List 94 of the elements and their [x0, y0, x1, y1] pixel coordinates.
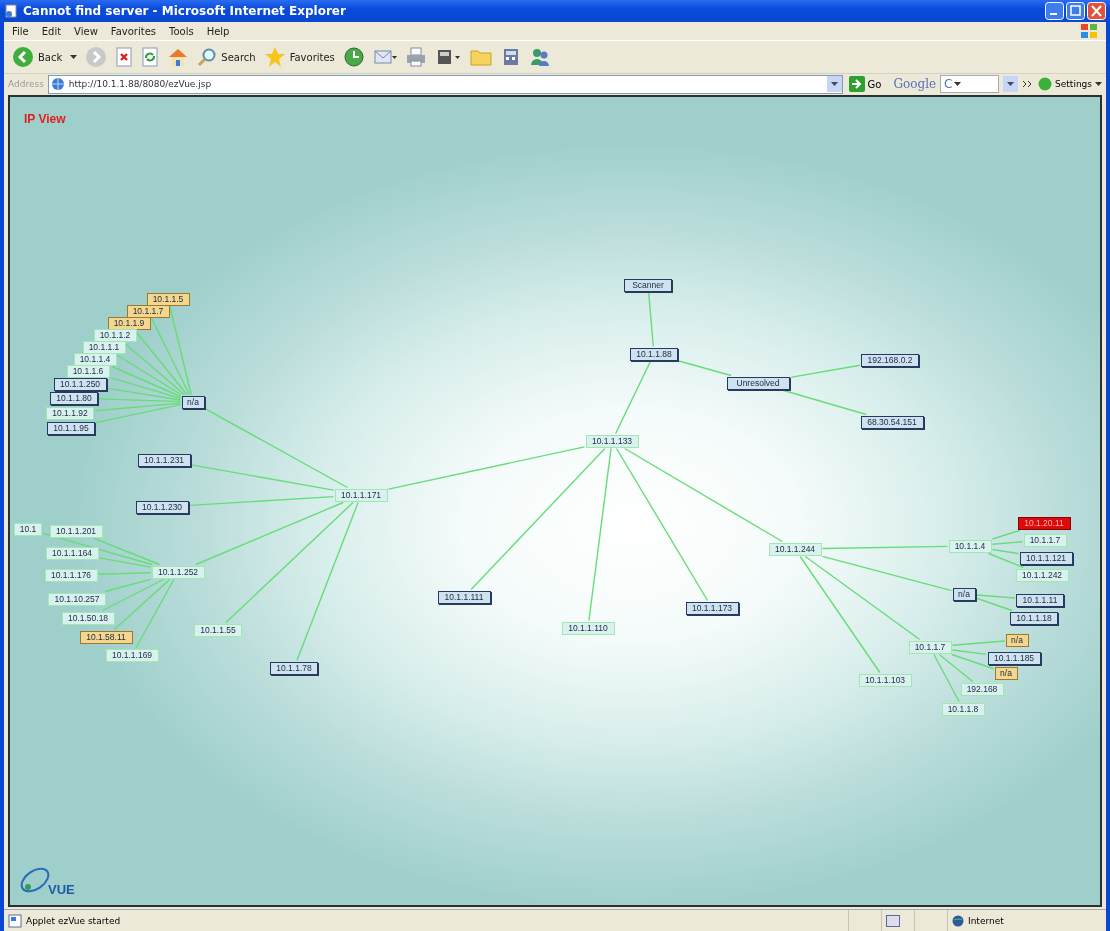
globe-icon [952, 914, 964, 927]
ip-node[interactable]: 10.1.1.18 [1010, 611, 1058, 625]
ip-node[interactable]: 10.1.1.201 [49, 524, 103, 538]
ip-node[interactable]: 10.1.1.173 [685, 601, 739, 615]
ip-node[interactable]: 10.1.1.7 [126, 304, 170, 318]
ip-node[interactable]: 10.1.1.164 [45, 546, 99, 560]
ip-node[interactable]: 10.1.1.4 [948, 539, 992, 553]
ip-node[interactable]: 10.1.1.9 [107, 316, 151, 330]
applet-icon [8, 913, 22, 928]
globe-icon [50, 77, 65, 91]
ip-node[interactable]: 10.1.1.103 [858, 673, 912, 687]
ip-node[interactable]: 10.1.1.5 [146, 292, 190, 306]
ip-node[interactable]: 10.1.1.95 [47, 421, 95, 435]
dropdown-icon[interactable] [826, 76, 842, 92]
address-field[interactable]: http://10.1.1.88/8080/ezVue.jsp [47, 74, 843, 94]
search-button[interactable]: Search [197, 47, 256, 67]
status-text: Applet ezVue started [26, 915, 121, 926]
ip-node[interactable]: 10.1.1.176 [44, 568, 98, 582]
ip-node[interactable]: 192.168 [960, 682, 1004, 696]
close-icon[interactable] [1087, 2, 1106, 20]
menu-item[interactable]: File [12, 25, 29, 37]
ip-node[interactable]: 10.1.1.110 [561, 621, 615, 635]
ip-node[interactable]: 10.1.1.92 [46, 406, 94, 420]
window-title: Cannot find server - Microsoft Internet Explorer [23, 4, 347, 18]
ip-node[interactable]: 10.1.1.11 [1016, 593, 1064, 607]
page-icon [4, 4, 18, 18]
search-text: C [944, 77, 953, 91]
settings-button[interactable]: Settings [1038, 77, 1102, 91]
maximize-icon[interactable] [1066, 2, 1085, 20]
ip-node[interactable]: 10.1.1.121 [1019, 551, 1073, 565]
ip-node[interactable]: 10.1.1.242 [1015, 568, 1069, 582]
search-icon [197, 47, 218, 67]
refresh-icon[interactable] [141, 47, 160, 67]
ip-node[interactable]: 10.1.1.244 [768, 542, 822, 556]
menu-item[interactable]: Help [206, 25, 230, 37]
ip-node[interactable]: 10.1.58.11 [79, 630, 133, 644]
minimize-icon[interactable] [1045, 2, 1064, 20]
menu-item[interactable]: Edit [41, 25, 62, 37]
caret-icon[interactable] [954, 82, 962, 86]
link-line [678, 360, 732, 377]
ip-node[interactable]: 10.1.1.78 [270, 661, 318, 675]
window-icon [886, 914, 900, 927]
search-brand: Google [893, 77, 937, 91]
ip-node[interactable]: 10.1.1.55 [194, 623, 242, 637]
menu-item[interactable]: Favorites [110, 25, 156, 37]
ip-node[interactable]: 10.1.1.169 [105, 648, 159, 662]
ip-node[interactable]: n/a [952, 587, 976, 601]
dropdown-icon[interactable] [1003, 76, 1019, 92]
ip-node[interactable]: 10.1.50.18 [61, 611, 115, 625]
ip-node[interactable]: 10.1.1.111 [437, 590, 491, 604]
ip-node[interactable]: Scanner [624, 278, 672, 292]
ip-node[interactable]: 10.1.1.230 [135, 500, 189, 514]
history-icon[interactable] [342, 46, 365, 68]
ip-node[interactable]: n/a [1005, 633, 1029, 647]
stop-icon[interactable] [115, 47, 134, 67]
ip-node[interactable]: n/a [181, 395, 205, 409]
search-field[interactable]: C [940, 75, 1000, 93]
people-icon[interactable] [528, 47, 551, 67]
ip-node[interactable]: 10.1.1.7 [908, 640, 952, 654]
link-line [789, 364, 861, 379]
settings-icon [1038, 77, 1053, 91]
link-line [951, 640, 1006, 646]
link-line [647, 291, 655, 348]
favorites-button[interactable]: Favorites [263, 46, 335, 68]
ip-node[interactable]: 10.1.1.88 [630, 347, 678, 361]
star-icon [263, 46, 286, 68]
ip-node[interactable]: 10.1.1.2 [93, 328, 137, 342]
back-button[interactable]: Back [12, 46, 63, 68]
menu-item[interactable]: View [74, 25, 98, 37]
flag-icon [1080, 23, 1098, 39]
ip-node[interactable]: 10.1.1.8 [941, 702, 985, 716]
print-icon[interactable] [404, 47, 427, 67]
ip-node[interactable]: 10.1.1.231 [137, 453, 191, 467]
ip-node[interactable]: 10.1.1.252 [151, 565, 205, 579]
zone-text: Internet [968, 915, 1004, 926]
ip-node[interactable]: 10.1.1.185 [987, 651, 1041, 665]
ip-node[interactable]: 10.1.10.257 [48, 592, 106, 606]
ip-node[interactable]: 192.168.0.2 [861, 353, 919, 367]
menu-item[interactable]: Tools [169, 25, 194, 37]
mail-icon[interactable] [372, 47, 397, 67]
ip-node[interactable]: Unresolved [726, 376, 790, 390]
ip-node[interactable]: 10.1 [14, 522, 42, 536]
ip-node[interactable]: 10.1.1.133 [585, 434, 639, 448]
ip-node[interactable]: n/a [994, 666, 1018, 680]
view-title: IP View [24, 112, 66, 126]
link-line [97, 572, 152, 575]
caret-icon [1095, 82, 1102, 86]
address-label: Address [8, 79, 44, 89]
caret-icon[interactable] [70, 55, 78, 59]
ip-node[interactable]: 10.1.1.171 [334, 488, 388, 502]
go-button[interactable]: Go [846, 76, 890, 92]
ip-node[interactable]: 68.30.54.151 [860, 415, 924, 429]
ip-node[interactable]: 10.1.1.7 [1023, 533, 1067, 547]
logo-text: VUE [48, 882, 75, 897]
